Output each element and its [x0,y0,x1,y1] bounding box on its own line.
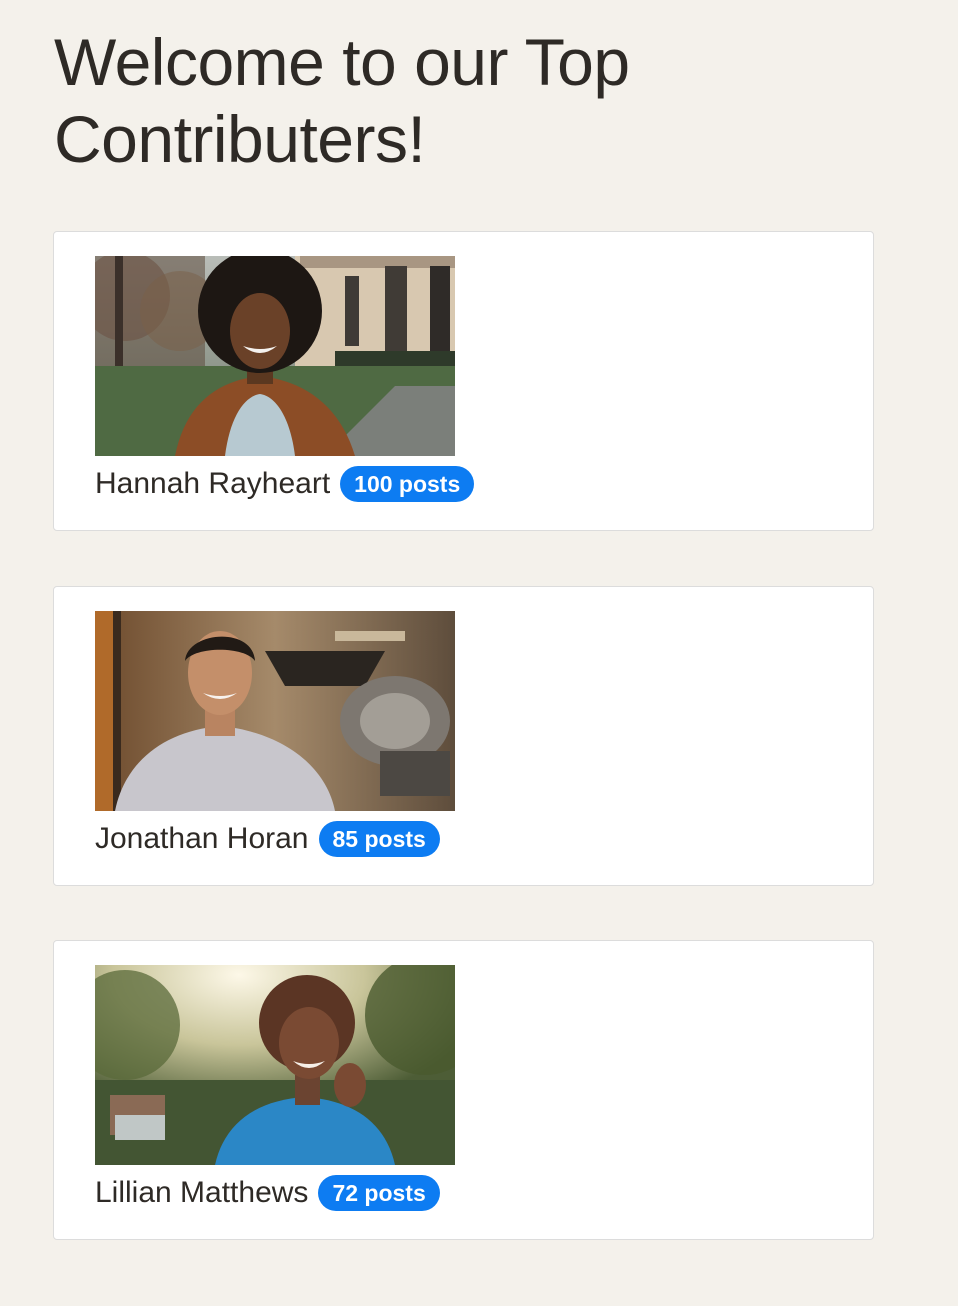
page-title: Welcome to our Top Contributers! [54,25,630,176]
contributor-caption: Hannah Rayheart 100 posts [95,464,475,504]
contributor-name: Lillian Matthews [95,1176,309,1209]
contributor-photo [95,256,455,456]
contributor-caption: Jonathan Horan 85 posts [95,819,440,859]
contributor-card: Lillian Matthews 72 posts [53,940,874,1240]
page: Welcome to our Top Contributers! Hannah … [0,0,958,1306]
contributor-name: Hannah Rayheart [95,467,331,500]
contributor-card: Jonathan Horan 85 posts [53,586,874,886]
contributor-name: Jonathan Horan [95,822,309,855]
post-count-badge: 72 posts [318,1175,440,1211]
post-count-badge: 100 posts [340,466,475,502]
contributor-caption: Lillian Matthews 72 posts [95,1173,440,1213]
contributor-card: Hannah Rayheart 100 posts [53,231,874,531]
post-count-badge: 85 posts [318,821,440,857]
contributor-photo [95,611,455,811]
contributor-photo [95,965,455,1165]
